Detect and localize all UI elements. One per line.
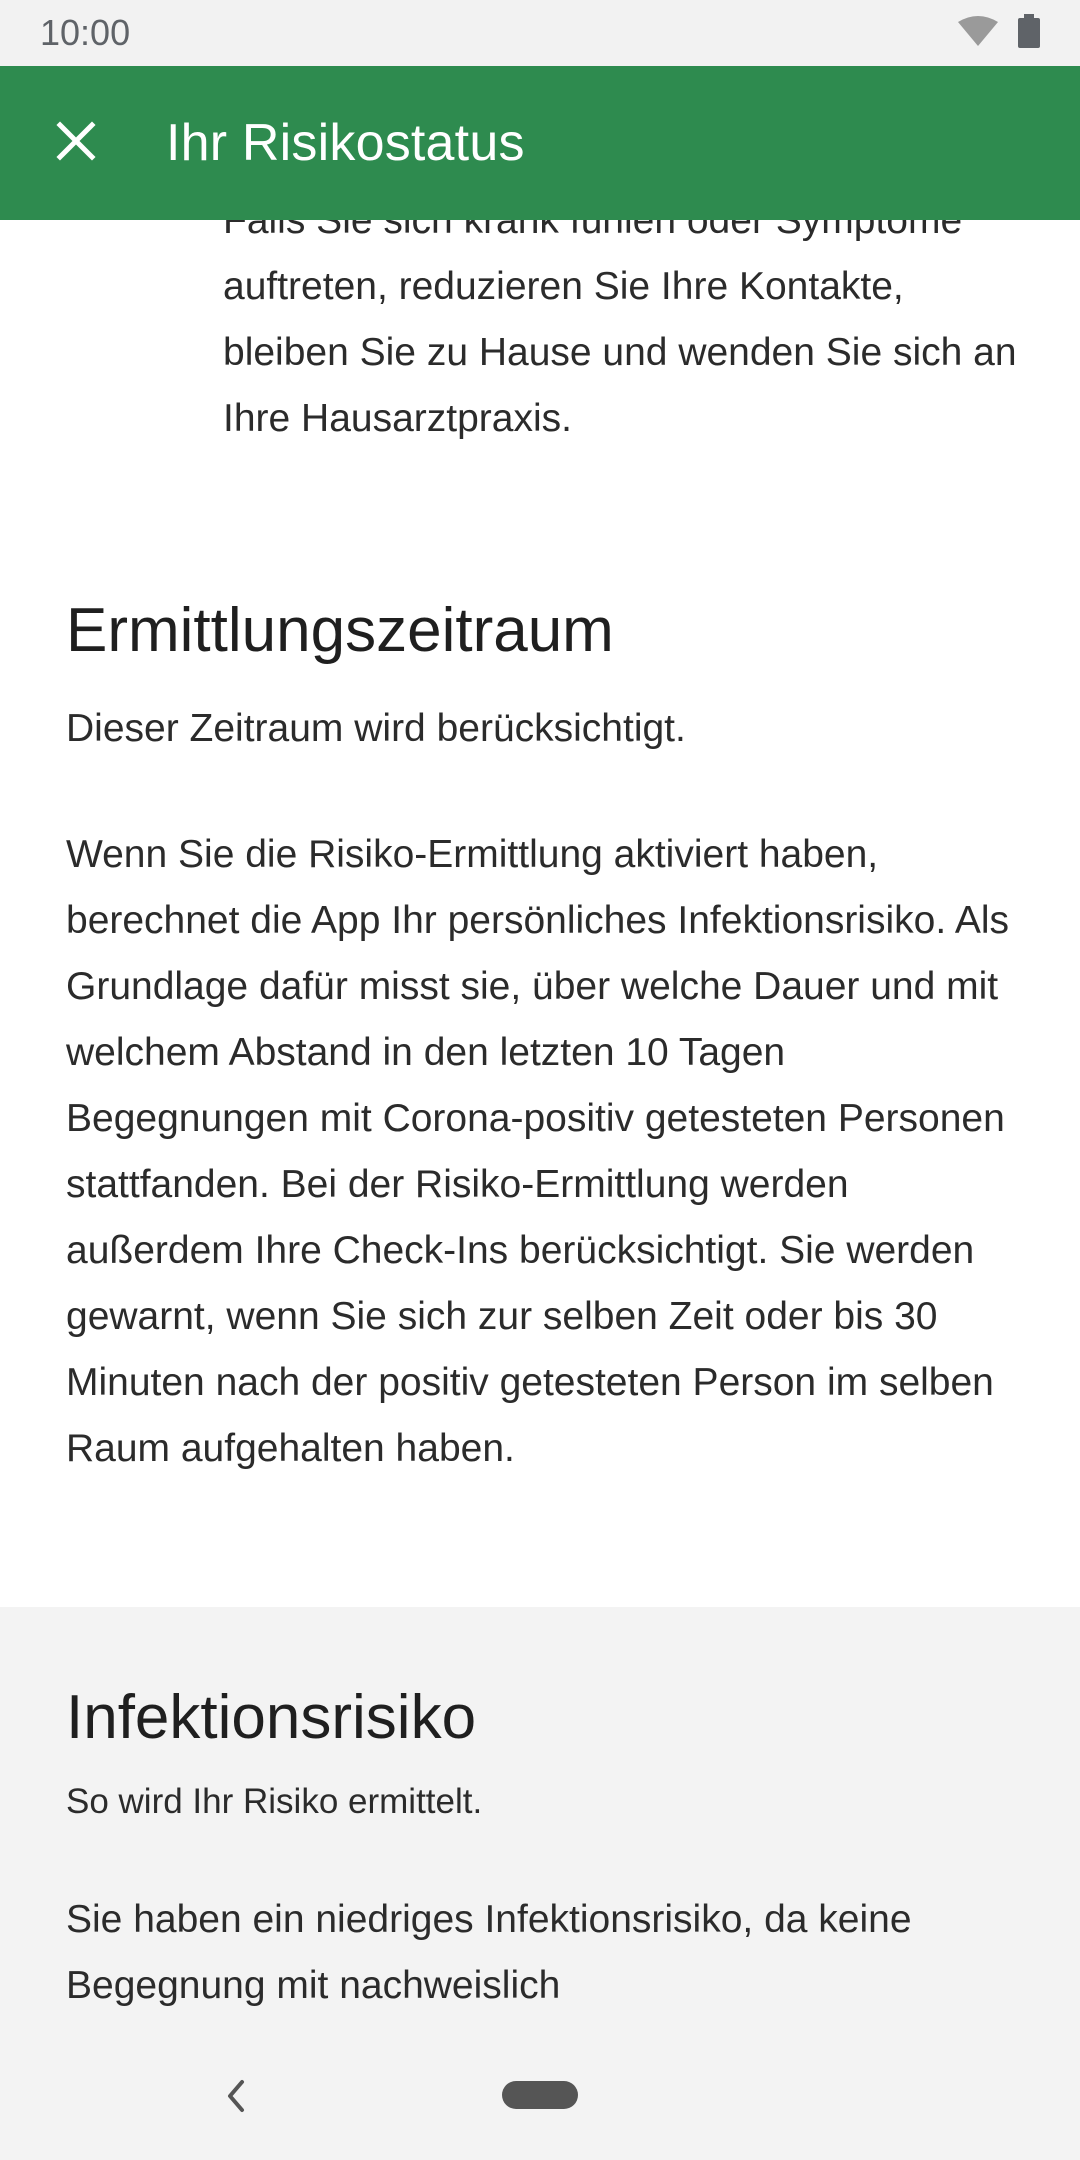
ermittlungszeitraum-paragraph: Wenn Sie die Risiko-Ermittlung aktiviert… (66, 833, 1010, 1470)
nav-home-pill[interactable] (502, 2081, 578, 2109)
section-body-ermittlungszeitraum: Wenn Sie die Risiko-Ermittlung aktiviert… (66, 822, 1026, 1482)
infektionsrisiko-paragraph: Sie haben ein niedriges Infektionsrisiko… (66, 1898, 912, 2007)
nav-back-button[interactable] (214, 2076, 258, 2120)
section-title-ermittlungszeitraum: Ermittlungszeitraum (66, 596, 614, 665)
close-button[interactable] (38, 105, 114, 181)
status-bar: 10:00 (0, 0, 1080, 66)
close-icon (56, 120, 96, 166)
section-subtitle-ermittlungszeitraum: Dieser Zeitraum wird berücksichtigt. (66, 707, 686, 750)
wifi-icon (958, 15, 998, 51)
section-title-infektionsrisiko: Infektionsrisiko (66, 1683, 477, 1752)
status-icons (958, 13, 1040, 53)
content-scroll[interactable]: Falls Sie sich krank fühlen oder Symptom… (0, 220, 1080, 2046)
page-title: Ihr Risikostatus (166, 114, 525, 172)
chevron-left-icon (224, 2078, 248, 2119)
navigation-bar (0, 2046, 1080, 2160)
infektionsrisiko-section: Infektionsrisiko So wird Ihr Risiko ermi… (0, 1607, 1080, 2046)
app-bar: Ihr Risikostatus (0, 66, 1080, 220)
status-time: 10:00 (40, 12, 131, 53)
section-body-infektionsrisiko: Sie haben ein niedriges Infektionsrisiko… (66, 1887, 1026, 2019)
intro-text: Falls Sie sich krank fühlen oder Symptom… (223, 220, 1023, 452)
intro-paragraph: Falls Sie sich krank fühlen oder Symptom… (223, 220, 1017, 440)
section-subtitle-infektionsrisiko: So wird Ihr Risiko ermittelt. (66, 1782, 483, 1821)
battery-icon (1018, 13, 1040, 53)
